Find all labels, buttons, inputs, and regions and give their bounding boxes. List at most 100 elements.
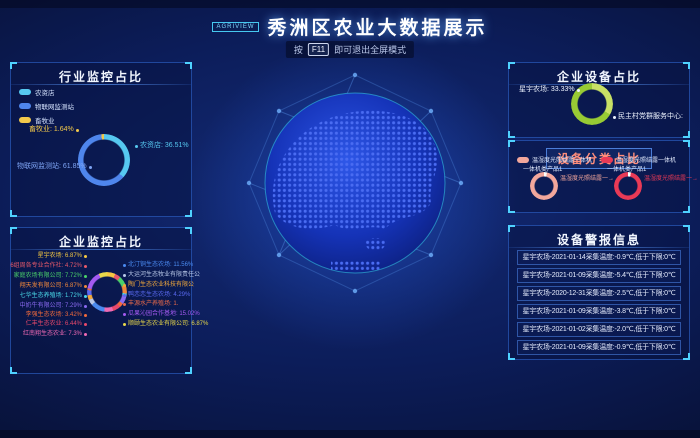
hint-prefix: 按 — [294, 43, 303, 56]
legend-swatch-icon — [19, 103, 31, 109]
chart-label: 家庭农场有限公司: 7.72% — [14, 272, 87, 280]
legend-label: 温湿度光照结露一体机 — [532, 155, 592, 164]
label-dot-icon — [577, 89, 580, 92]
legend-item[interactable]: 温湿度光照结露一体机 — [601, 155, 676, 164]
chart-label: 北汀铜生态农场: 11.56% — [123, 261, 193, 269]
legend-swatch-icon — [19, 89, 31, 95]
panel-corner-accent — [185, 227, 192, 234]
chart-label: 陶门生态农业科技有限公 — [123, 281, 194, 289]
page-title: 秀洲区农业大数据展示 — [268, 13, 488, 40]
chart-label: 温湿度光照结露一→ — [644, 173, 698, 182]
panel-enterprise-device: 企业设备占比 星宇农场: 33.33% 民主村党群服务中心: — [508, 62, 690, 138]
alarm-row: 星宇农场-2021-01-09采集温度:-0.9℃,低于下限:0℃ — [517, 340, 681, 355]
legend-label: 物联网监测站 — [35, 101, 74, 111]
title-divider — [11, 249, 191, 250]
chart-label: 七华生态养殖场: 1.72% — [20, 292, 87, 300]
category-chart-right: 温湿度光照结露一体机 一体机类产品1 温湿度光照结露一→ — [599, 154, 683, 212]
industry-legend: 农资店物联网监测站畜牧业 — [19, 87, 74, 129]
label-dot-icon — [123, 264, 126, 267]
alarm-list: 星宇农场-2021-01-14采集温度:-0.9℃,低于下限:0℃ 星宇农场-20… — [517, 250, 681, 358]
label-dot-icon — [84, 265, 87, 268]
chart-label: 仁丰生态农业: 6.44% — [26, 320, 87, 328]
label-dot-icon — [135, 145, 138, 148]
panel-corner-accent — [508, 140, 515, 147]
header: AGRIVIEW 秀洲区农业大数据展示 — [0, 13, 700, 40]
chart-label: 瓜果沁园合作基地: 15.02% — [123, 310, 200, 318]
panel-industry-monitor: 行业监控占比 农资店物联网监测站畜牧业 畜牧业: 1.64% 农资店: 36.51… — [10, 62, 192, 217]
label-dot-icon — [123, 294, 126, 297]
panel-device-alarms: 设备警报信息 星宇农场-2021-01-14采集温度:-0.9℃,低于下限:0℃… — [508, 225, 690, 360]
panel-enterprise-monitor: 企业监控占比 星宇农场: 6.87% 6组周各专业合作社: 4.72% 家庭农场有限… — [10, 227, 192, 374]
label-dot-icon — [84, 323, 87, 326]
label-dot-icon — [84, 333, 87, 336]
chart-label: 6组周各专业合作社: 4.72% — [10, 262, 87, 270]
chart-label: 农资店: 36.51% — [135, 142, 189, 150]
legend-item[interactable]: 物联网监测站 — [19, 101, 74, 111]
label-dot-icon — [123, 303, 126, 306]
panel-title: 设备警报信息 — [509, 231, 689, 248]
alarm-row: 星宇农场-2021-01-09采集温度:-3.8℃,低于下限:0℃ — [517, 304, 681, 319]
panel-corner-accent — [185, 62, 192, 69]
alarm-row: 星宇农场-2021-01-14采集温度:-0.9℃,低于下限:0℃ — [517, 250, 681, 265]
enterprise-donut-chart[interactable] — [87, 272, 127, 312]
panel-title: 企业设备占比 — [509, 68, 689, 85]
legend-swatch-icon — [19, 117, 31, 123]
bottom-border-strip — [0, 430, 700, 438]
legend-label: 温湿度光照结露一体机 — [616, 155, 676, 164]
chart-label: 物联网监测站: 61.85% — [17, 163, 92, 171]
panel-corner-accent — [683, 353, 690, 360]
chart-label: 中奶牛有限公司: 7.29% — [20, 302, 87, 310]
label-dot-icon — [84, 255, 87, 258]
label-dot-icon — [123, 323, 126, 326]
label-dot-icon — [84, 314, 87, 317]
panel-corner-accent — [683, 140, 690, 147]
panel-corner-accent — [683, 62, 690, 69]
f11-key: F11 — [308, 43, 329, 56]
panel-corner-accent — [508, 353, 515, 360]
panel-corner-accent — [508, 62, 515, 69]
panel-corner-accent — [10, 62, 17, 69]
legend-item[interactable]: 温湿度光照结露一体机 — [517, 155, 592, 164]
category-chart-left: 温湿度光照结露一体机 一体机类产品1 温湿度光照结露一→ — [515, 154, 599, 212]
chart-label: 星宇农场: 33.33% — [519, 86, 580, 94]
chart-label: 丰源水产养殖场: 1. — [123, 300, 178, 308]
hint-suffix: 即可退出全屏模式 — [334, 43, 406, 56]
label-dot-icon — [76, 129, 79, 132]
panel-corner-accent — [508, 206, 515, 213]
legend-item[interactable]: 畜牧业 — [19, 115, 74, 125]
panel-corner-accent — [683, 131, 690, 138]
chart-label: 民主村党群服务中心: — [613, 113, 683, 121]
panel-title: 企业监控占比 — [11, 233, 191, 250]
alarm-row: 星宇农场-2020-12-31采集温度:-2.5℃,低于下限:0℃ — [517, 286, 681, 301]
chart-label: 翔天发有限公司: 6.87% — [20, 282, 87, 290]
legend-swatch-icon — [601, 157, 613, 163]
title-divider — [11, 84, 191, 85]
panel-corner-accent — [10, 210, 17, 217]
category-donut-chart[interactable] — [614, 172, 642, 200]
category-donut-chart[interactable] — [530, 172, 558, 200]
legend-label: 农资店 — [35, 87, 55, 97]
chart-label: 大运河生态牧业有限责任公 — [123, 271, 200, 279]
panel-corner-accent — [508, 225, 515, 232]
alarm-row: 星宇农场-2021-01-09采集温度:-5.4℃,低于下限:0℃ — [517, 268, 681, 283]
label-dot-icon — [89, 166, 92, 169]
fullscreen-hint: 按 F11 即可退出全屏模式 — [286, 41, 414, 58]
panel-corner-accent — [185, 210, 192, 217]
chart-label: 畜牧业: 1.64% — [29, 126, 79, 134]
alarm-row: 星宇农场-2021-01-02采集温度:-2.0℃,低于下限:0℃ — [517, 322, 681, 337]
title-divider — [509, 247, 689, 248]
label-dot-icon — [613, 116, 616, 119]
legend-item[interactable]: 农资店 — [19, 87, 74, 97]
top-border-strip — [0, 0, 700, 8]
panel-corner-accent — [683, 225, 690, 232]
label-dot-icon — [84, 305, 87, 308]
panel-corner-accent — [10, 227, 17, 234]
chart-label: 红南翔生态农业: 7.3% — [23, 330, 87, 338]
label-dot-icon — [84, 295, 87, 298]
panel-corner-accent — [683, 206, 690, 213]
panel-title: 行业监控占比 — [11, 68, 191, 85]
chart-label: 星宇农场: 6.87% — [38, 252, 87, 260]
logo: AGRIVIEW — [212, 22, 258, 32]
industry-donut-chart[interactable] — [78, 134, 130, 186]
label-dot-icon — [84, 285, 87, 288]
